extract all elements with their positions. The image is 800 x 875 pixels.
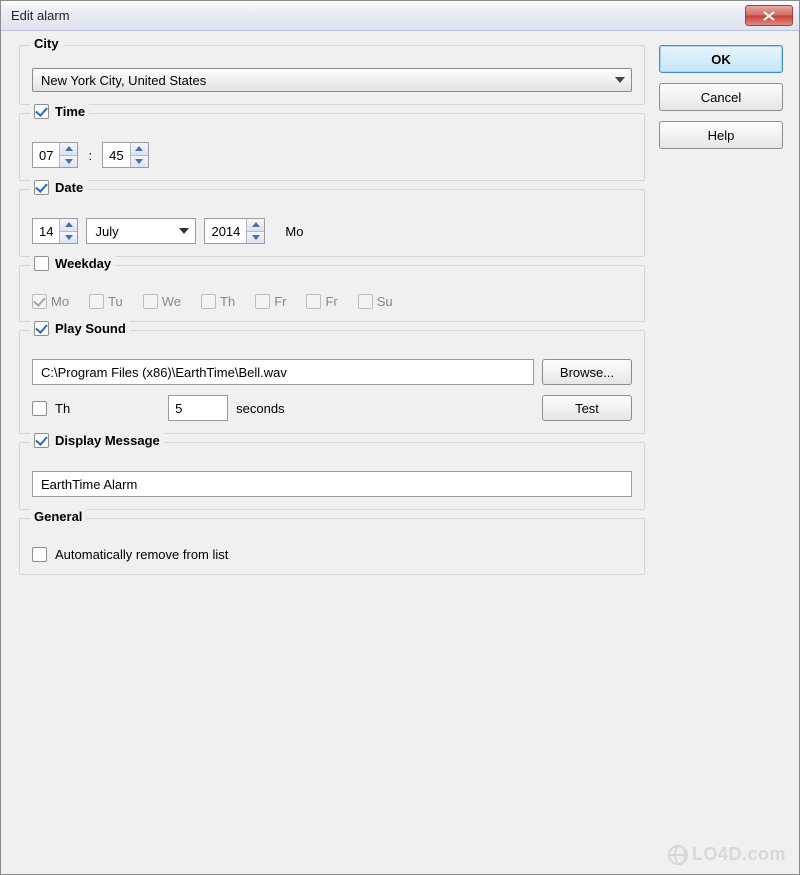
day-value: 14 [33,219,59,243]
dialog-body: City New York City, United States Time 0… [1,31,799,874]
display-message-legend: Display Message [30,433,164,448]
seconds-value: 5 [175,401,182,416]
sound-path-row: C:\Program Files (x86)\EarthTime\Bell.wa… [32,359,632,385]
date-group: Date 14 July 2014 Mo [19,189,645,257]
weekday-checkbox[interactable] [34,256,49,271]
message-input[interactable]: EarthTime Alarm [32,471,632,497]
general-legend: General [30,509,86,524]
display-message-checkbox[interactable] [34,433,49,448]
general-label: General [34,509,82,524]
spin-down-icon[interactable] [247,231,264,244]
month-dropdown[interactable]: July [86,218,196,244]
weekday-fr2-checkbox[interactable] [306,294,321,309]
left-column: City New York City, United States Time 0… [19,45,645,864]
message-row: EarthTime Alarm [32,471,632,497]
message-value: EarthTime Alarm [41,477,137,492]
city-dropdown[interactable]: New York City, United States [32,68,632,92]
time-legend: Time [30,104,89,119]
year-spinner[interactable]: 2014 [204,218,265,244]
spin-up-icon[interactable] [60,219,77,231]
weekday-th-checkbox[interactable] [201,294,216,309]
hour-value: 07 [33,143,59,167]
display-message-label: Display Message [55,433,160,448]
general-group: General Automatically remove from list [19,518,645,575]
browse-button[interactable]: Browse... [542,359,632,385]
year-value: 2014 [205,219,246,243]
close-button[interactable] [745,5,793,26]
weekday-mo-checkbox[interactable] [32,294,47,309]
weekday-row: Mo Tu We Th Fr Fr Su [32,294,632,309]
date-legend: Date [30,180,87,195]
time-group: Time 07 : 45 [19,113,645,181]
play-sound-label: Play Sound [55,321,126,336]
minute-value: 45 [103,143,129,167]
titlebar: Edit alarm [1,1,799,31]
minute-spinner[interactable]: 45 [102,142,148,168]
right-column: OK Cancel Help [659,45,783,864]
weekday-tu-label: Tu [108,294,123,309]
hour-spinner[interactable]: 07 [32,142,78,168]
weekday-tu-checkbox[interactable] [89,294,104,309]
time-label: Time [55,104,85,119]
weekday-fr2-label: Fr [325,294,337,309]
weekday-fr-checkbox[interactable] [255,294,270,309]
auto-remove-checkbox[interactable] [32,547,47,562]
date-label: Date [55,180,83,195]
month-value: July [95,224,118,239]
date-checkbox[interactable] [34,180,49,195]
watermark-text: LO4D.com [692,844,786,865]
repeat-label: Th [55,401,70,416]
play-sound-checkbox[interactable] [34,321,49,336]
spin-down-icon[interactable] [131,155,148,168]
watermark: LO4D.com [668,844,786,865]
sound-path-input[interactable]: C:\Program Files (x86)\EarthTime\Bell.wa… [32,359,534,385]
ok-button[interactable]: OK [659,45,783,73]
date-row: 14 July 2014 Mo [32,218,632,244]
auto-remove-row: Automatically remove from list [32,547,632,562]
weekday-we-checkbox[interactable] [143,294,158,309]
test-button[interactable]: Test [542,395,632,421]
weekday-label: Weekday [55,256,111,271]
weekday-fr-label: Fr [274,294,286,309]
window-title: Edit alarm [11,8,745,23]
sound-repeat-row: Th 5 seconds Test [32,395,632,421]
display-message-group: Display Message EarthTime Alarm [19,442,645,510]
help-button[interactable]: Help [659,121,783,149]
weekday-mo-label: Mo [51,294,69,309]
play-sound-legend: Play Sound [30,321,130,336]
day-spinner[interactable]: 14 [32,218,78,244]
seconds-label: seconds [236,401,284,416]
time-row: 07 : 45 [32,142,632,168]
date-weekday-indicator: Mo [285,224,303,239]
spin-down-icon[interactable] [60,231,77,244]
cancel-button[interactable]: Cancel [659,83,783,111]
globe-icon [668,845,688,865]
spin-down-icon[interactable] [60,155,77,168]
weekday-we-label: We [162,294,181,309]
edit-alarm-dialog: Edit alarm City New York City, United St… [0,0,800,875]
time-separator: : [88,148,92,163]
close-icon [763,11,775,21]
weekday-su-label: Su [377,294,393,309]
repeat-checkbox[interactable] [32,401,47,416]
spin-up-icon[interactable] [247,219,264,231]
spin-up-icon[interactable] [131,143,148,155]
play-sound-group: Play Sound C:\Program Files (x86)\EarthT… [19,330,645,434]
sound-path-value: C:\Program Files (x86)\EarthTime\Bell.wa… [41,365,287,380]
city-legend: City [30,36,63,51]
chevron-down-icon [615,77,625,83]
chevron-down-icon [179,228,189,234]
city-group: City New York City, United States [19,45,645,105]
weekday-th-label: Th [220,294,235,309]
weekday-group: Weekday Mo Tu We Th Fr Fr Su [19,265,645,322]
seconds-input[interactable]: 5 [168,395,228,421]
weekday-legend: Weekday [30,256,115,271]
city-value: New York City, United States [41,73,615,88]
auto-remove-label: Automatically remove from list [55,547,228,562]
spin-up-icon[interactable] [60,143,77,155]
city-label: City [34,36,59,51]
time-checkbox[interactable] [34,104,49,119]
weekday-su-checkbox[interactable] [358,294,373,309]
